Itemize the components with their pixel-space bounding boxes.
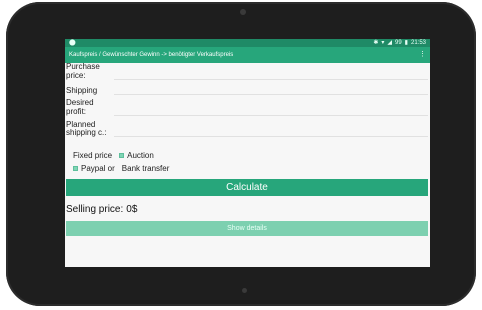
status-icons: ✱ ▾ ◢ 99 ▮ 21:53 xyxy=(373,39,426,47)
bank-transfer-label: Bank transfer xyxy=(121,164,170,173)
desired-profit-row: Desired profit: xyxy=(66,95,430,116)
auction-checkbox[interactable] xyxy=(119,153,125,158)
desired-profit-input[interactable] xyxy=(114,105,428,116)
show-details-button[interactable]: Show details xyxy=(66,221,428,236)
selling-price: Selling price: 0$ xyxy=(66,204,430,215)
bank-transfer-option[interactable]: Bank transfer xyxy=(122,164,170,173)
android-icon: ⬤ xyxy=(69,40,76,46)
auction-option[interactable]: Auction xyxy=(119,151,154,160)
shipping-row: Shipping xyxy=(66,80,430,95)
status-bar: ⬤ ✱ ▾ ◢ 99 ▮ 21:53 xyxy=(65,39,430,47)
purchase-price-input[interactable] xyxy=(114,69,428,80)
battery-icon: ▮ xyxy=(404,40,408,46)
planned-shipping-label: Planned shipping c.: xyxy=(66,120,107,137)
purchase-price-row: Purchase price: xyxy=(66,62,430,80)
paypal-checkbox[interactable] xyxy=(73,166,78,171)
clock: 21:53 xyxy=(410,40,426,46)
shipping-input[interactable] xyxy=(114,84,428,95)
desired-profit-label: Desired profit: xyxy=(66,98,94,116)
calculate-button[interactable]: Calculate xyxy=(66,179,428,196)
form-content: Purchase price: Shipping Desired profit:… xyxy=(65,62,430,236)
tablet-frame: ⬤ ✱ ▾ ◢ 99 ▮ 21:53 Kaufspreis / Gewünsch… xyxy=(6,2,476,306)
app-title: Kaufspreis / Gewünschter Gewinn -> benöt… xyxy=(69,52,234,58)
auction-label: Auction xyxy=(127,151,154,160)
overflow-menu-icon[interactable]: ⋮ xyxy=(419,47,426,63)
wifi-icon: ▾ xyxy=(381,40,385,46)
battery-level: 99 xyxy=(394,40,402,46)
planned-shipping-input[interactable] xyxy=(114,126,428,137)
camera-dot xyxy=(240,9,246,15)
home-dot xyxy=(242,288,247,293)
sale-options: Fixed price Auction Paypal or Bank trans… xyxy=(65,149,430,175)
fixed-price-option[interactable]: Fixed price xyxy=(73,151,112,160)
planned-shipping-row: Planned shipping c.: xyxy=(66,116,430,137)
paypal-option[interactable]: Paypal or xyxy=(73,164,115,173)
shipping-label: Shipping xyxy=(66,86,98,95)
selling-price-label: Selling price: xyxy=(66,204,124,215)
app-screen: ⬤ ✱ ▾ ◢ 99 ▮ 21:53 Kaufspreis / Gewünsch… xyxy=(65,39,430,267)
fixed-price-label: Fixed price xyxy=(73,151,113,160)
app-bar: Kaufspreis / Gewünschter Gewinn -> benöt… xyxy=(65,47,430,63)
purchase-price-label: Purchase price: xyxy=(66,62,100,80)
signal-icon: ◢ xyxy=(387,40,392,46)
selling-price-value: 0$ xyxy=(126,204,138,215)
bluetooth-icon: ✱ xyxy=(373,40,379,46)
paypal-label: Paypal or xyxy=(81,164,115,173)
